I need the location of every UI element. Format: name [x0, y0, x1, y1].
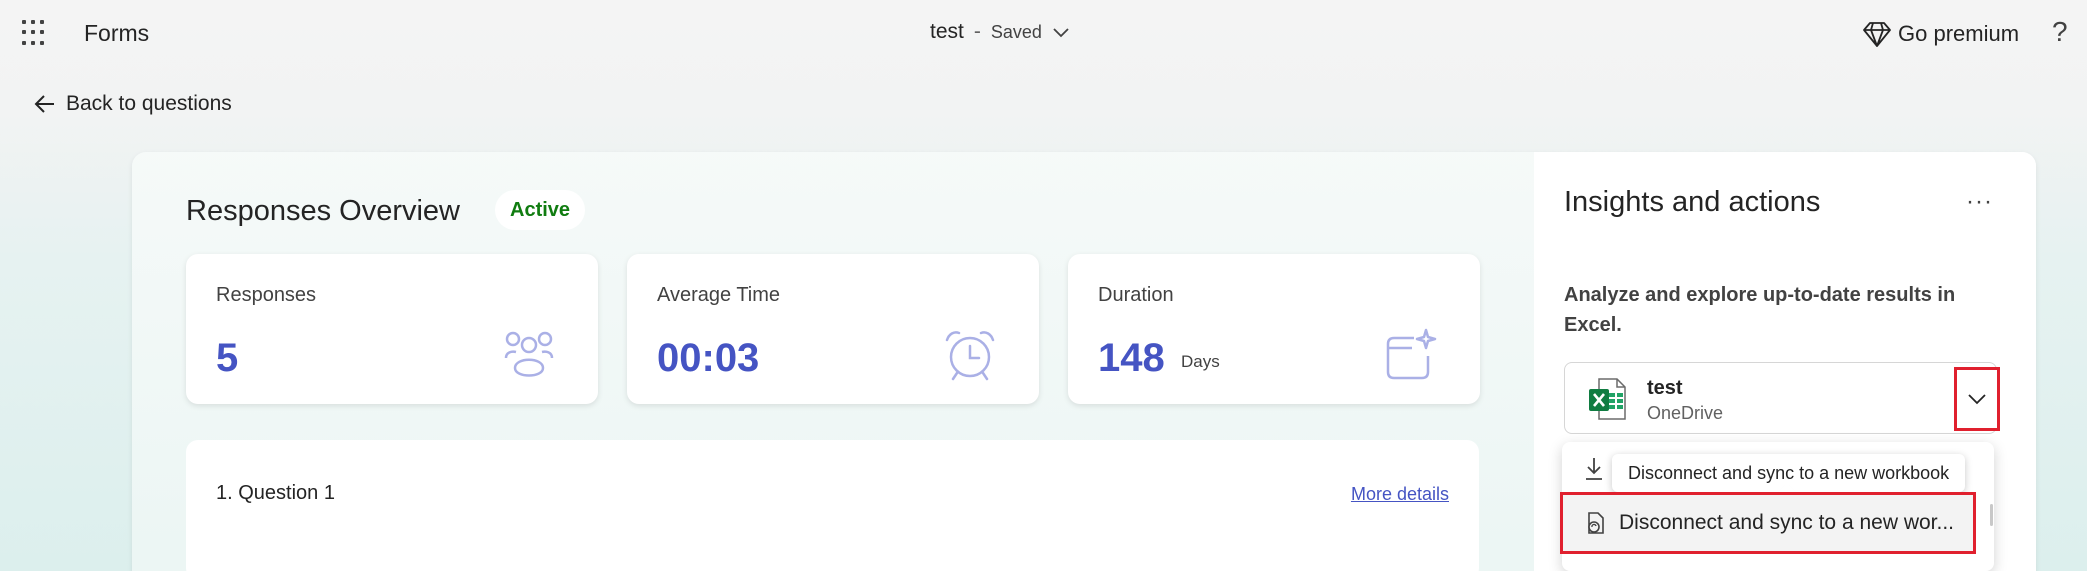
insights-title: Insights and actions: [1564, 186, 1821, 218]
question-title: 1. Question 1: [216, 482, 335, 504]
title-separator: -: [973, 20, 981, 43]
stat-unit: Days: [1181, 352, 1220, 371]
chevron-down-icon: [1053, 28, 1069, 38]
people-icon: [504, 331, 554, 377]
workbook-options-dropdown-button[interactable]: [1954, 367, 2000, 431]
excel-icon: [1589, 378, 1626, 420]
go-premium-label: Go premium: [1898, 21, 2020, 46]
menu-tooltip: Disconnect and sync to a new workbook: [1612, 454, 1966, 492]
menu-scrollbar[interactable]: [1990, 504, 1993, 526]
diamond-icon: [1863, 22, 1891, 47]
disconnect-sync-menu-item[interactable]: Disconnect and sync to a new wor...: [1560, 492, 1976, 554]
menu-item-label: Disconnect and sync to a new wor...: [1619, 511, 1955, 534]
chevron-down-icon: [1968, 394, 1986, 405]
stat-label: Duration: [1098, 284, 1174, 306]
download-icon[interactable]: [1584, 456, 1604, 482]
back-to-questions-link[interactable]: Back to questions: [34, 92, 232, 116]
workbook-location: OneDrive: [1647, 403, 1724, 423]
insights-description: Analyze and explore up-to-date results i…: [1564, 284, 1956, 336]
alarm-clock-icon: [945, 331, 995, 381]
duration-stat-card: Duration 148 Days: [1068, 254, 1480, 404]
status-badge: Active: [495, 190, 586, 230]
save-status: Saved: [990, 21, 1042, 42]
average-time-stat-card: Average Time 00:03: [627, 254, 1039, 404]
excel-workbook-card[interactable]: test OneDrive: [1564, 362, 1997, 434]
arrow-left-icon: [34, 95, 54, 113]
stat-value: 5: [216, 336, 239, 380]
top-bar: Forms test - Saved Go premium ?: [0, 0, 2087, 66]
help-icon[interactable]: ?: [2052, 16, 2068, 48]
stat-label: Average Time: [657, 284, 781, 306]
page-title: Responses Overview: [186, 195, 460, 227]
more-options-icon[interactable]: ···: [1966, 188, 1993, 216]
go-premium-button[interactable]: Go premium: [1862, 20, 2019, 48]
app-name[interactable]: Forms: [84, 20, 149, 47]
calendar-sparkle-icon: [1386, 328, 1437, 380]
stat-value: 148: [1098, 336, 1165, 380]
document-title: test: [930, 20, 964, 43]
document-title-menu[interactable]: test - Saved: [930, 20, 1070, 44]
back-label: Back to questions: [66, 92, 232, 115]
responses-stat-card: Responses 5: [186, 254, 598, 404]
stat-label: Responses: [216, 284, 317, 306]
document-sync-icon: [1588, 512, 1604, 534]
stat-value: 00:03: [657, 336, 760, 380]
question-summary-card: 1. Question 1 More details: [186, 440, 1479, 571]
more-details-link[interactable]: More details: [1351, 484, 1449, 505]
app-launcher-icon[interactable]: [22, 20, 48, 46]
workbook-name: test: [1647, 377, 1683, 399]
